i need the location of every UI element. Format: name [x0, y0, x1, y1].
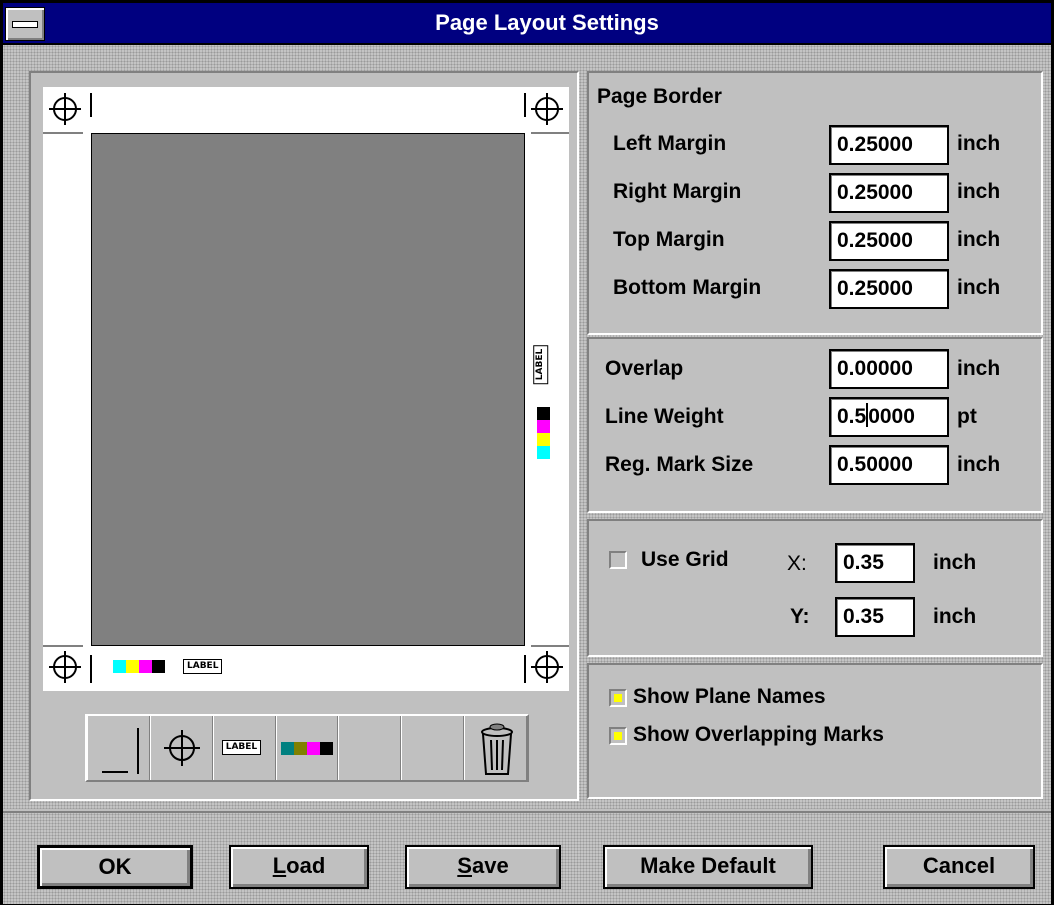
reg-mark-size-unit: inch [957, 453, 1001, 476]
color-swatch [537, 407, 550, 420]
page-border-heading: Page Border [597, 85, 722, 108]
show-plane-names-label[interactable]: Show Plane Names [633, 685, 826, 709]
save-label: ave [471, 853, 509, 878]
grid-x-input[interactable]: 0.35 [835, 543, 915, 583]
top-margin-label: Top Margin [613, 228, 725, 251]
bottom-margin-input[interactable]: 0.25000 [829, 269, 949, 309]
crop-mark-icon [102, 728, 139, 774]
registration-mark-icon [49, 651, 81, 683]
empty-tool-2[interactable] [401, 716, 465, 780]
right-margin-unit: inch [957, 180, 1001, 203]
grid-panel [587, 519, 1043, 657]
registration-mark-icon [531, 651, 563, 683]
make-default-button[interactable]: Make Default [603, 845, 813, 889]
show-overlapping-marks-label[interactable]: Show Overlapping Marks [633, 723, 884, 747]
color-swatch [537, 446, 550, 459]
right-margin-label: Right Margin [613, 180, 742, 203]
grid-y-label: Y: [790, 605, 810, 628]
system-menu-icon [12, 21, 38, 28]
overlap-label: Overlap [605, 357, 684, 380]
color-swatch [139, 660, 152, 673]
cancel-button[interactable]: Cancel [883, 845, 1035, 889]
top-margin-input[interactable]: 0.25000 [829, 221, 949, 261]
overlap-unit: inch [957, 357, 1001, 380]
color-swatch [152, 660, 165, 673]
show-overlapping-marks-checkbox[interactable] [609, 727, 627, 745]
crop-marks [43, 93, 569, 683]
registration-mark-icon [49, 93, 81, 125]
top-margin-unit: inch [957, 228, 1001, 251]
right-margin-input[interactable]: 0.25000 [829, 173, 949, 213]
save-button[interactable]: Save [405, 845, 561, 889]
grid-x-label: X: [787, 552, 807, 575]
load-button[interactable]: Load [229, 845, 369, 889]
ok-button[interactable]: OK [37, 845, 193, 889]
line-weight-label: Line Weight [605, 405, 724, 428]
color-swatch [293, 742, 307, 755]
color-swatch [126, 660, 139, 673]
title-bar: Page Layout Settings [3, 3, 1051, 45]
reg-mark-size-label: Reg. Mark Size [605, 453, 754, 476]
line-weight-unit: pt [957, 405, 977, 428]
color-swatch [319, 742, 333, 755]
use-grid-label[interactable]: Use Grid [641, 548, 729, 572]
grid-x-unit: inch [933, 551, 977, 574]
color-swatch [537, 433, 550, 446]
color-swatch [306, 742, 320, 755]
left-margin-unit: inch [957, 132, 1001, 155]
bottom-margin-unit: inch [957, 276, 1001, 299]
grid-y-unit: inch [933, 605, 977, 628]
load-label: oad [286, 853, 326, 878]
left-margin-input[interactable]: 0.25000 [829, 125, 949, 165]
reg-mark-size-input[interactable]: 0.50000 [829, 445, 949, 485]
label-mark: LABEL [183, 659, 223, 674]
registration-mark-tool[interactable] [149, 716, 213, 780]
label-tool[interactable]: LABEL [212, 716, 276, 780]
line-weight-text-after: 0000 [868, 405, 915, 428]
grid-y-input[interactable]: 0.35 [835, 597, 915, 637]
mark-toolbar: LABEL [85, 714, 529, 782]
save-mnemonic: S [457, 853, 472, 878]
window-title: Page Layout Settings [435, 10, 659, 35]
left-margin-label: Left Margin [613, 132, 727, 155]
crop-mark-tool[interactable] [87, 716, 150, 780]
registration-mark-icon [163, 730, 200, 766]
label-mark-vertical: LABEL [533, 344, 549, 385]
color-swatch [280, 742, 294, 755]
overlap-input[interactable]: 0.00000 [829, 349, 949, 389]
use-grid-checkbox[interactable] [609, 551, 627, 569]
empty-tool-1[interactable] [338, 716, 402, 780]
color-swatch [113, 660, 126, 673]
registration-mark-icon [531, 93, 563, 125]
page-preview[interactable]: LABEL LABEL [43, 87, 569, 691]
bottom-margin-label: Bottom Margin [613, 276, 762, 299]
system-menu-button[interactable] [5, 7, 45, 41]
color-bar-tool[interactable] [275, 716, 339, 780]
line-weight-text-before: 0.5 [837, 405, 867, 428]
page-layout-dialog: Page Layout Settings LABEL LABEL LABEL P… [0, 0, 1054, 905]
show-plane-names-checkbox[interactable] [609, 689, 627, 707]
load-mnemonic: L [272, 853, 287, 878]
line-weight-input[interactable]: 0.50000 [829, 397, 949, 437]
trash-tool[interactable] [464, 716, 528, 780]
label-icon: LABEL [221, 740, 262, 755]
trash-icon [481, 723, 514, 775]
color-swatch [537, 420, 550, 433]
